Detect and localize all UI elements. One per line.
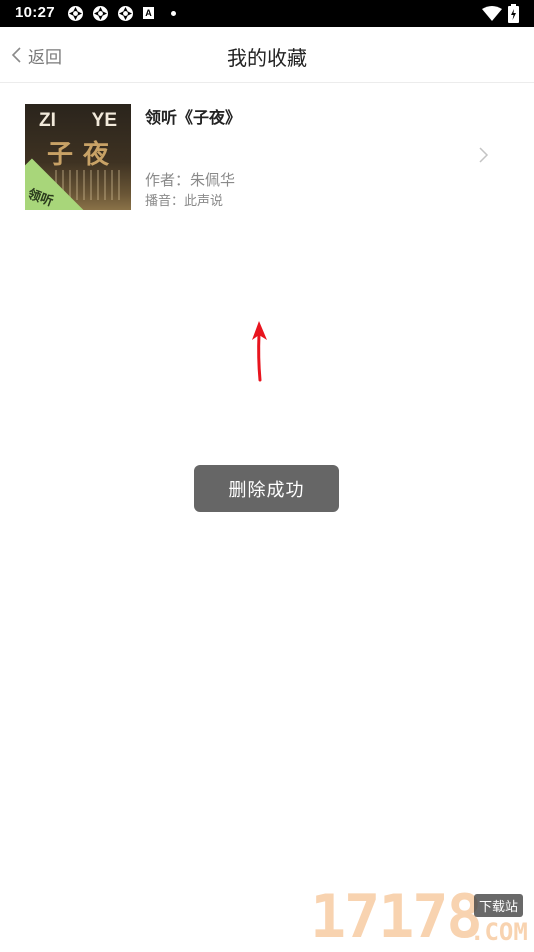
app-notification-icon — [68, 6, 83, 21]
app-notification-icon — [93, 6, 108, 21]
favorite-list-item[interactable]: ZI YE 子夜 领听 领听《子夜》 作者：朱佩华 播音：此声说 — [0, 83, 534, 228]
site-watermark-logo: 17178 下载站 .COM — [306, 884, 534, 950]
app-a-icon: A — [143, 7, 154, 19]
wifi-icon — [482, 6, 502, 21]
app-notification-icon — [118, 6, 133, 21]
toast-message: 删除成功 — [194, 465, 339, 512]
watermark-number: 17178 — [310, 882, 483, 952]
chevron-right-icon — [479, 147, 489, 163]
cover-text-ye: YE — [91, 110, 117, 131]
battery-icon — [508, 4, 519, 23]
book-narrator: 播音：此声说 — [145, 194, 224, 209]
status-bar: 10:27 A — [0, 0, 534, 27]
watermark-suffix: .COM — [470, 918, 528, 946]
cover-title-text: 子夜 — [47, 140, 120, 170]
page-title: 我的收藏 — [227, 46, 307, 70]
watermark-tag: 下载站 — [474, 894, 524, 917]
book-title: 领听《子夜》 — [145, 108, 242, 127]
cover-text-zi: ZI — [39, 110, 56, 131]
nav-bar: 返回 我的收藏 — [0, 27, 534, 83]
annotation-arrow-icon — [252, 321, 267, 382]
status-time: 10:27 — [15, 4, 55, 21]
more-notifications-dot-icon — [171, 11, 176, 16]
book-author: 作者：朱佩华 — [145, 171, 236, 189]
book-cover-image: ZI YE 子夜 领听 — [25, 104, 131, 210]
